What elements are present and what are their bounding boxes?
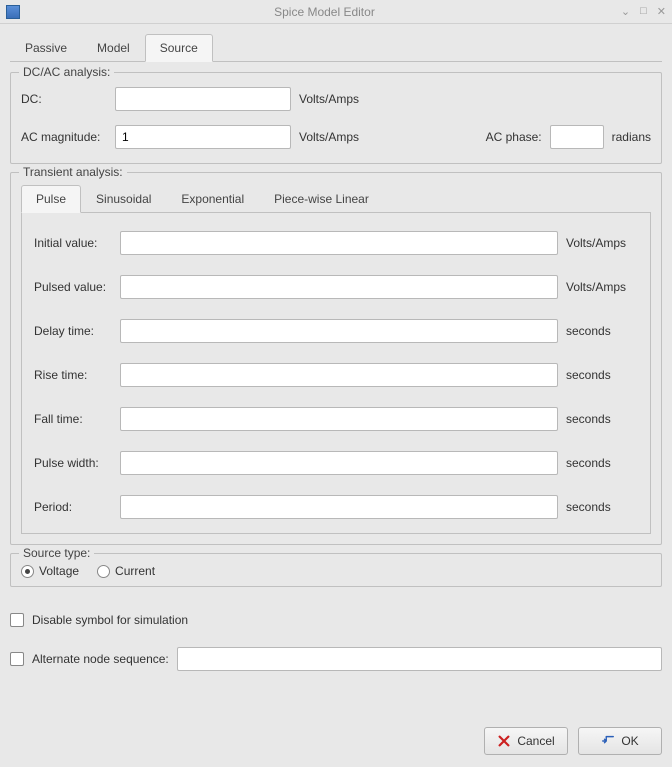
source-type-legend: Source type: <box>19 546 94 560</box>
pulse-panel: Initial value: Volts/Amps Pulsed value: … <box>21 213 651 534</box>
acmag-unit: Volts/Amps <box>299 130 359 144</box>
initial-value-label: Initial value: <box>34 236 112 250</box>
fall-time-input[interactable] <box>120 407 558 431</box>
period-input[interactable] <box>120 495 558 519</box>
transient-legend: Transient analysis: <box>19 165 127 179</box>
rise-time-input[interactable] <box>120 363 558 387</box>
initial-value-input[interactable] <box>120 231 558 255</box>
cancel-icon <box>497 734 511 748</box>
dc-input[interactable] <box>115 87 291 111</box>
delay-time-label: Delay time: <box>34 324 112 338</box>
period-label: Period: <box>34 500 112 514</box>
window-title: Spice Model Editor <box>28 5 621 19</box>
acphase-label: AC phase: <box>486 130 542 144</box>
acmag-input[interactable] <box>115 125 291 149</box>
source-type-fieldset: Source type: Voltage Current <box>10 553 662 587</box>
acphase-unit: radians <box>612 130 651 144</box>
ok-button-label: OK <box>621 734 638 748</box>
fall-time-unit: seconds <box>566 412 638 426</box>
cancel-button-label: Cancel <box>517 734 554 748</box>
transient-tabs: Pulse Sinusoidal Exponential Piece-wise … <box>21 185 651 213</box>
acmag-label: AC magnitude: <box>21 130 107 144</box>
pulsed-value-input[interactable] <box>120 275 558 299</box>
pulse-width-unit: seconds <box>566 456 638 470</box>
app-icon <box>6 5 20 19</box>
tab-passive[interactable]: Passive <box>10 34 82 61</box>
alt-node-checkbox[interactable] <box>10 652 24 666</box>
tab-source[interactable]: Source <box>145 34 213 62</box>
radio-current[interactable]: Current <box>97 564 155 578</box>
pulsed-value-label: Pulsed value: <box>34 280 112 294</box>
dc-label: DC: <box>21 92 107 106</box>
radio-current-label: Current <box>115 564 155 578</box>
transient-fieldset: Transient analysis: Pulse Sinusoidal Exp… <box>10 172 662 545</box>
tab-panel-source: DC/AC analysis: DC: Volts/Amps AC magnit… <box>10 62 662 595</box>
radio-icon <box>21 565 34 578</box>
window-minimize-icon[interactable]: ⌄ <box>621 5 630 18</box>
dc-unit: Volts/Amps <box>299 92 359 106</box>
ok-icon <box>601 734 615 748</box>
radio-icon <box>97 565 110 578</box>
alt-node-label: Alternate node sequence: <box>32 652 169 666</box>
ok-button[interactable]: OK <box>578 727 662 755</box>
dcac-fieldset: DC/AC analysis: DC: Volts/Amps AC magnit… <box>10 72 662 164</box>
tab-exponential[interactable]: Exponential <box>166 185 259 212</box>
tab-model[interactable]: Model <box>82 34 145 61</box>
main-tabs: Passive Model Source <box>10 34 662 62</box>
titlebar: Spice Model Editor ⌄ □ ✕ <box>0 0 672 24</box>
dcac-legend: DC/AC analysis: <box>19 65 114 79</box>
disable-symbol-label: Disable symbol for simulation <box>32 613 188 627</box>
period-unit: seconds <box>566 500 638 514</box>
delay-time-input[interactable] <box>120 319 558 343</box>
radio-voltage[interactable]: Voltage <box>21 564 79 578</box>
pulse-width-label: Pulse width: <box>34 456 112 470</box>
window-maximize-icon[interactable]: □ <box>640 5 647 18</box>
tab-sinusoidal[interactable]: Sinusoidal <box>81 185 166 212</box>
alt-node-input[interactable] <box>177 647 662 671</box>
tab-pulse[interactable]: Pulse <box>21 185 81 213</box>
disable-symbol-checkbox[interactable] <box>10 613 24 627</box>
delay-time-unit: seconds <box>566 324 638 338</box>
tab-piecewise-linear[interactable]: Piece-wise Linear <box>259 185 384 212</box>
window-close-icon[interactable]: ✕ <box>657 5 666 18</box>
initial-value-unit: Volts/Amps <box>566 236 638 250</box>
pulsed-value-unit: Volts/Amps <box>566 280 638 294</box>
rise-time-label: Rise time: <box>34 368 112 382</box>
pulse-width-input[interactable] <box>120 451 558 475</box>
acphase-input[interactable] <box>550 125 604 149</box>
cancel-button[interactable]: Cancel <box>484 727 568 755</box>
rise-time-unit: seconds <box>566 368 638 382</box>
radio-voltage-label: Voltage <box>39 564 79 578</box>
fall-time-label: Fall time: <box>34 412 112 426</box>
